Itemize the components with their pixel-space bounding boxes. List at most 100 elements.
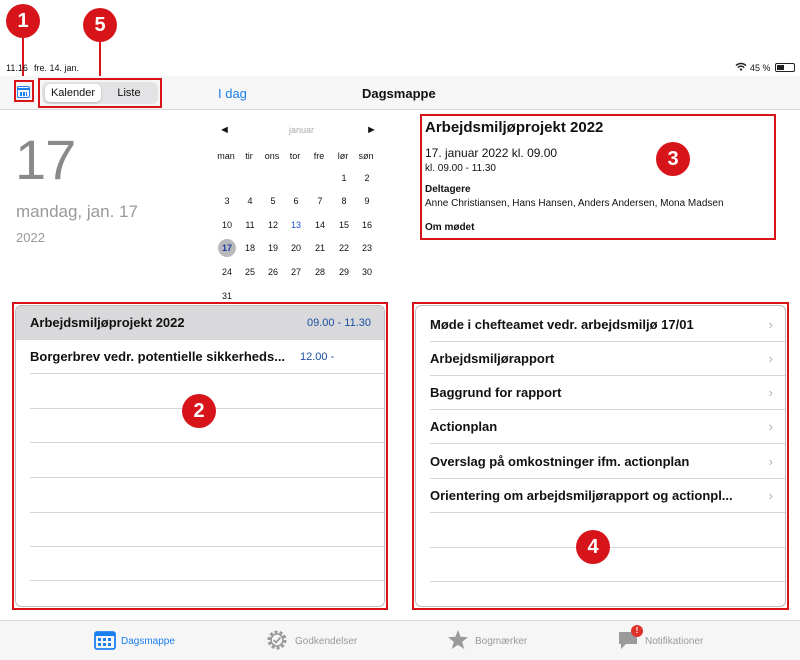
document-title: Overslag på omkostninger ifm. actionplan	[430, 454, 690, 469]
list-separator	[30, 477, 384, 478]
tab-godkendelser[interactable]: Godkendelser	[295, 636, 357, 647]
weekday-header: søn	[358, 151, 374, 161]
selected-weekday: mandag, jan. 17	[16, 202, 138, 221]
list-separator	[430, 581, 785, 582]
callout-1: 1	[6, 4, 40, 38]
document-title: Orientering om arbejdsmiljørapport og ac…	[430, 488, 733, 503]
notification-badge: !	[631, 625, 643, 637]
participants-label: Deltagere	[425, 184, 471, 195]
calendar-day[interactable]: 2	[356, 169, 378, 187]
list-separator	[30, 442, 384, 443]
calendar-day[interactable]: 30	[356, 263, 378, 281]
calendar-day[interactable]: 5	[262, 192, 284, 210]
callout-4: 4	[576, 530, 610, 564]
document-row[interactable]: Overslag på omkostninger ifm. actionplan…	[430, 445, 785, 479]
page-title: Dagsmappe	[362, 86, 436, 101]
weekday-header: lør	[337, 151, 349, 161]
calendar-day[interactable]: 11	[239, 216, 261, 234]
calendar-day[interactable]: 29	[333, 263, 355, 281]
weekday-header: ons	[264, 151, 280, 161]
document-title: Actionplan	[430, 419, 498, 434]
tab-dagsmappe[interactable]: Dagsmappe	[121, 636, 175, 647]
appointments-list: Arbejdsmiljøprojekt 2022 09.00 - 11.30 B…	[15, 305, 385, 607]
calendar-day[interactable]: 17	[218, 239, 236, 257]
weekday-header: man	[217, 151, 235, 161]
chevron-right-icon: ›	[768, 454, 773, 469]
list-separator	[30, 580, 384, 581]
status-date: fre. 14. jan.	[34, 63, 80, 73]
calendar-day[interactable]: 27	[285, 263, 307, 281]
calendar-day[interactable]: 22	[333, 239, 355, 257]
prev-month-button[interactable]: ◄	[219, 124, 230, 136]
calendar-day[interactable]: 15	[333, 216, 355, 234]
document-row[interactable]: Arbejdsmiljørapport ›	[430, 342, 785, 376]
calendar-day[interactable]: 4	[239, 192, 261, 210]
tab-notifikationer[interactable]: Notifikationer	[645, 636, 703, 647]
document-row[interactable]: Orientering om arbejdsmiljørapport og ac…	[430, 479, 785, 513]
event-datetime: 17. januar 2022 kl. 09.00	[425, 146, 558, 160]
callout-2: 2	[182, 394, 216, 428]
document-title: Baggrund for rapport	[430, 385, 562, 400]
document-row[interactable]: Møde i chefteamet vedr. arbejdsmiljø 17/…	[430, 308, 785, 342]
chevron-right-icon: ›	[768, 317, 773, 332]
calendar-day[interactable]: 19	[262, 239, 284, 257]
participants-list: Anne Christiansen, Hans Hansen, Anders A…	[425, 198, 724, 209]
weekday-header: tor	[289, 151, 301, 161]
calendar-day[interactable]: 20	[285, 239, 307, 257]
calendar-day[interactable]: 6	[285, 192, 307, 210]
document-row[interactable]: Baggrund for rapport ›	[430, 376, 785, 410]
chevron-right-icon: ›	[768, 488, 773, 503]
calendar-day[interactable]: 12	[262, 216, 284, 234]
appointment-title: Arbejdsmiljøprojekt 2022	[30, 315, 185, 330]
about-meeting-label: Om mødet	[425, 222, 475, 233]
calendar-day[interactable]: 9	[356, 192, 378, 210]
status-bar: 11.16 fre. 14. jan. 45 %	[0, 60, 800, 76]
calendar-day[interactable]: 1	[333, 169, 355, 187]
calendar-day[interactable]: 7	[309, 192, 331, 210]
chevron-right-icon: ›	[768, 385, 773, 400]
calendar-day[interactable]: 18	[239, 239, 261, 257]
event-time-range: kl. 09.00 - 11.30	[425, 163, 496, 174]
selected-day-number: 17	[15, 128, 76, 191]
status-time: 11.16	[6, 63, 28, 73]
gear-check-icon	[267, 630, 287, 650]
calendar-day[interactable]: 3	[216, 192, 238, 210]
calendar-day[interactable]: 13	[285, 216, 307, 234]
calendar-day[interactable]: 14	[309, 216, 331, 234]
calendar-day[interactable]: 8	[333, 192, 355, 210]
appointment-row[interactable]: Borgerbrev vedr. potentielle sikkerheds.…	[30, 340, 384, 374]
calendar-day[interactable]: 16	[356, 216, 378, 234]
calendar-day[interactable]: 10	[216, 216, 238, 234]
next-month-button[interactable]: ►	[366, 124, 377, 136]
weekday-header: tir	[245, 151, 253, 161]
battery-percent: 45 %	[750, 63, 771, 73]
selected-year: 2022	[16, 230, 45, 245]
star-icon	[448, 630, 468, 649]
appointment-time: 09.00 - 11.30	[307, 317, 372, 329]
wifi-icon	[735, 62, 747, 71]
callout-1-box	[14, 80, 34, 102]
appointment-row[interactable]: Arbejdsmiljøprojekt 2022 09.00 - 11.30	[16, 306, 384, 340]
calendar-day[interactable]: 25	[239, 263, 261, 281]
list-separator	[30, 546, 384, 547]
calendar-day[interactable]: 23	[356, 239, 378, 257]
callout-5: 5	[83, 8, 117, 42]
document-row[interactable]: Actionplan ›	[430, 410, 785, 444]
weekday-header: fre	[313, 151, 325, 161]
callout-5-box	[38, 78, 162, 108]
today-link[interactable]: I dag	[218, 86, 247, 101]
battery-icon	[775, 63, 795, 72]
chevron-right-icon: ›	[768, 351, 773, 366]
appointment-title: Borgerbrev vedr. potentielle sikkerheds.…	[30, 349, 286, 364]
tab-bogmaerker[interactable]: Bogmærker	[475, 636, 527, 647]
list-separator	[30, 512, 384, 513]
calendar-month-label: januar	[289, 125, 315, 135]
document-title: Arbejdsmiljørapport	[430, 351, 555, 366]
chevron-right-icon: ›	[768, 419, 773, 434]
calendar-day[interactable]: 24	[216, 263, 238, 281]
callout-3: 3	[656, 142, 690, 176]
calendar-day[interactable]: 28	[309, 263, 331, 281]
calendar-day[interactable]: 26	[262, 263, 284, 281]
event-title: Arbejdsmiljøprojekt 2022	[425, 119, 604, 136]
calendar-day[interactable]: 21	[309, 239, 331, 257]
